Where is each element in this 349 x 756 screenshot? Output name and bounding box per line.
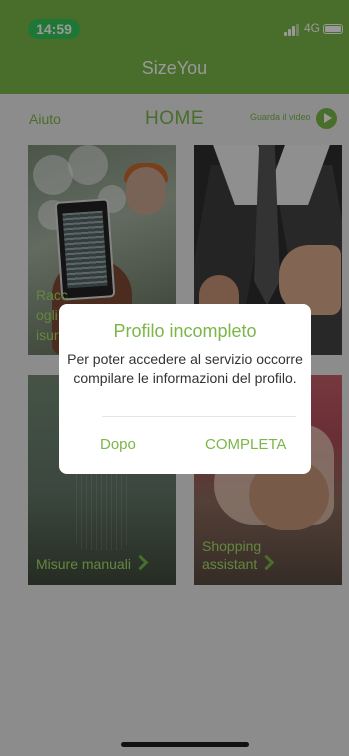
divider	[102, 416, 296, 417]
incomplete-profile-dialog: Profilo incompleto Per poter accedere al…	[59, 304, 311, 474]
complete-button[interactable]: COMPLETA	[205, 436, 286, 453]
dialog-title: Profilo incompleto	[113, 321, 257, 341]
later-button[interactable]: Dopo	[100, 436, 136, 453]
dialog-message: Per poter accedere al servizio occorre c…	[67, 351, 303, 386]
home-indicator[interactable]	[121, 742, 249, 747]
